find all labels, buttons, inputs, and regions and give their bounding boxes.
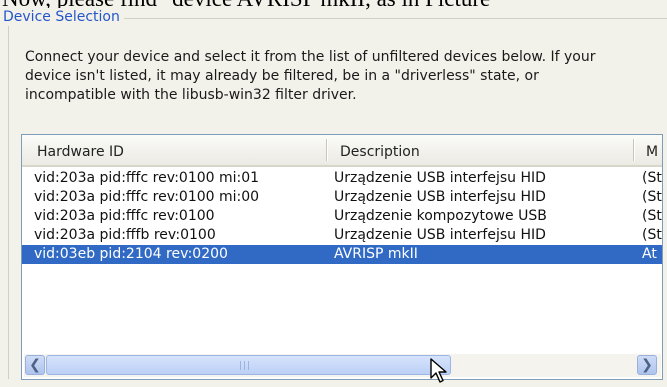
arrow-right-icon: ❯	[641, 357, 653, 373]
table-row[interactable]: vid:203a pid:fffc rev:0100 Urządzenie ko…	[22, 207, 662, 226]
list-header: Hardware ID Description M	[22, 135, 662, 167]
table-row-selected[interactable]: vid:03eb pid:2104 rev:0200 AVRISP mkII A…	[22, 245, 662, 264]
m-cell: (St	[642, 170, 662, 186]
m-cell: (St	[642, 189, 662, 205]
hardware-id-cell: vid:203a pid:fffc rev:0100 mi:00	[34, 189, 260, 205]
hardware-id-cell: vid:03eb pid:2104 rev:0200	[34, 246, 228, 262]
m-cell: (St	[642, 208, 662, 224]
table-row[interactable]: vid:203a pid:fffc rev:0100 mi:00 Urządze…	[22, 188, 662, 207]
mouse-cursor-icon	[430, 358, 447, 383]
hardware-id-cell: vid:203a pid:fffc rev:0100	[34, 208, 215, 224]
grip-icon: |||	[239, 361, 252, 371]
hardware-id-cell: vid:203a pid:fffb rev:0100	[34, 227, 216, 243]
m-cell: At	[642, 246, 657, 262]
column-header-description[interactable]: Description	[340, 135, 630, 165]
m-cell: (St	[642, 227, 662, 243]
table-row[interactable]: vid:203a pid:fffc rev:0100 mi:01 Urządze…	[22, 169, 662, 188]
column-separator[interactable]	[633, 139, 635, 161]
screenshot-page: Now, please find "device AVRISP mkII, as…	[0, 0, 667, 387]
description-cell: AVRISP mkII	[334, 246, 418, 262]
device-list[interactable]: Hardware ID Description M vid:203a pid:f…	[21, 134, 663, 380]
description-cell: Urządzenie USB interfejsu HID	[334, 170, 546, 186]
description-cell: Urządzenie USB interfejsu HID	[334, 189, 546, 205]
scroll-left-button[interactable]: ❮	[25, 355, 45, 375]
column-separator[interactable]	[326, 139, 328, 161]
list-rows: vid:203a pid:fffc rev:0100 mi:01 Urządze…	[22, 169, 662, 264]
column-header-m[interactable]: M	[646, 135, 662, 165]
hardware-id-cell: vid:203a pid:fffc rev:0100 mi:01	[34, 170, 260, 186]
arrow-left-icon: ❮	[29, 357, 41, 373]
scroll-right-button[interactable]: ❯	[637, 355, 657, 375]
group-title: Device Selection	[2, 8, 124, 26]
description-text: Connect your device and select it from t…	[25, 49, 596, 103]
column-header-hardware-id[interactable]: Hardware ID	[37, 135, 327, 165]
description-cell: Urządzenie kompozytowe USB	[334, 208, 547, 224]
table-row[interactable]: vid:203a pid:fffb rev:0100 Urządzenie US…	[22, 226, 662, 245]
scroll-thumb[interactable]: |||	[46, 355, 451, 375]
horizontal-scrollbar[interactable]: ❮ ||| ❯	[24, 354, 661, 377]
description-cell: Urządzenie USB interfejsu HID	[334, 227, 546, 243]
